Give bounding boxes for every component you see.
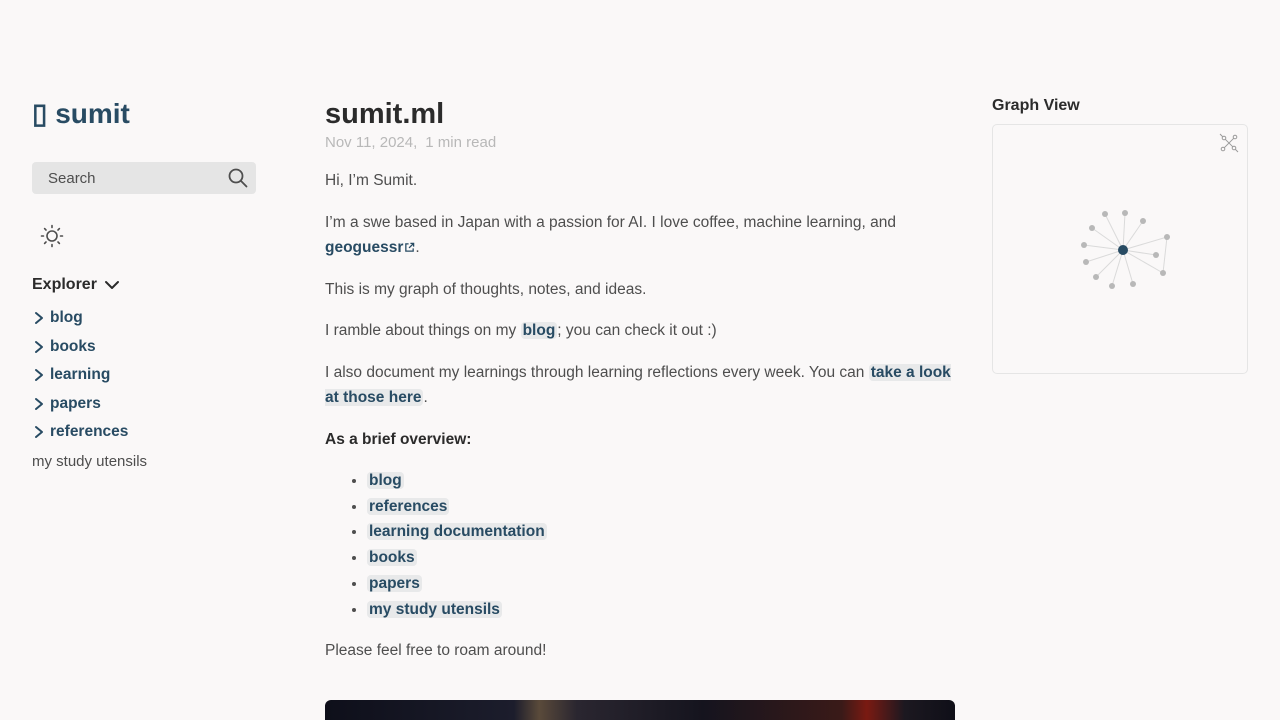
graph-link bbox=[1162, 236, 1168, 274]
folder-label: books bbox=[50, 337, 96, 355]
paragraph-intro: I’m a swe based in Japan with a passion … bbox=[325, 210, 955, 261]
graph-expand-icon[interactable] bbox=[1219, 133, 1239, 153]
paragraph-learnings: I also document my learnings through lea… bbox=[325, 360, 955, 411]
chevron-down-icon bbox=[104, 281, 119, 289]
chevron-right-icon bbox=[35, 312, 43, 325]
article-meta: Nov 11, 2024, 1 min read bbox=[325, 134, 955, 151]
link-papers[interactable]: papers bbox=[367, 574, 422, 592]
graph-node[interactable] bbox=[1083, 259, 1089, 265]
paragraph-blog: I ramble about things on my blog; you ca… bbox=[325, 318, 955, 344]
graph-node[interactable] bbox=[1164, 234, 1170, 240]
explorer-folder-references[interactable]: references bbox=[32, 418, 256, 447]
explorer-tree: blog books learning papers references bbox=[32, 304, 256, 447]
graph-node[interactable] bbox=[1089, 225, 1095, 231]
left-sidebar: ▯ sumit Search Explorer blog books learn… bbox=[32, 96, 256, 470]
article-body: Hi, I’m Sumit. I’m a swe based in Japan … bbox=[325, 168, 955, 664]
explorer-folder-learning[interactable]: learning bbox=[32, 361, 256, 390]
link-blog[interactable]: blog bbox=[367, 472, 404, 489]
folder-label: learning bbox=[50, 366, 111, 384]
folder-label: blog bbox=[50, 309, 83, 327]
search-button[interactable]: Search bbox=[32, 162, 256, 194]
article-read-time: 1 min read bbox=[425, 134, 497, 151]
graph-node[interactable] bbox=[1122, 210, 1128, 216]
paragraph-text: . bbox=[423, 389, 428, 406]
chevron-right-icon bbox=[35, 397, 43, 410]
graph-link bbox=[1104, 213, 1124, 251]
chevron-right-icon bbox=[35, 369, 43, 382]
graph-link bbox=[1122, 236, 1168, 251]
link-blog[interactable]: blog bbox=[520, 322, 558, 339]
link-my-study-utensils[interactable]: my study utensils bbox=[367, 600, 502, 618]
external-link-icon bbox=[405, 243, 415, 253]
chevron-right-icon bbox=[35, 426, 43, 439]
article-image bbox=[325, 700, 955, 720]
explorer-folder-blog[interactable]: blog bbox=[32, 304, 256, 333]
darkmode-toggle[interactable] bbox=[40, 224, 64, 248]
graph-view-title: Graph View bbox=[992, 97, 1080, 114]
overview-list: blog references learning documentation b… bbox=[325, 468, 955, 622]
graph-node[interactable] bbox=[1153, 252, 1159, 258]
paragraph-text: . bbox=[415, 239, 420, 256]
link-books[interactable]: books bbox=[367, 549, 417, 567]
explorer-toggle[interactable]: Explorer bbox=[32, 276, 256, 294]
article: sumit.ml Nov 11, 2024, 1 min read Hi, I’… bbox=[325, 96, 955, 720]
sun-icon bbox=[40, 224, 64, 248]
list-item: blog bbox=[367, 468, 955, 494]
list-item: learning documentation bbox=[367, 519, 955, 545]
link-text: geoguessr bbox=[325, 239, 404, 256]
list-item: references bbox=[367, 494, 955, 520]
explorer-file-study-utensils[interactable]: my study utensils bbox=[32, 453, 256, 470]
paragraph-graph: This is my graph of thoughts, notes, and… bbox=[325, 280, 647, 298]
graph-link bbox=[1122, 220, 1144, 251]
right-sidebar: Graph View bbox=[992, 96, 1248, 374]
explorer-folder-books[interactable]: books bbox=[32, 333, 256, 362]
page: ▯ sumit Search Explorer blog books learn… bbox=[0, 0, 1280, 720]
overview-heading: As a brief overview: bbox=[325, 430, 472, 448]
paragraph-text: I’m a swe based in Japan with a passion … bbox=[325, 213, 896, 231]
graph-node[interactable] bbox=[1102, 211, 1108, 217]
link-geoguessr[interactable]: geoguessr bbox=[325, 239, 415, 256]
chevron-right-icon bbox=[35, 340, 43, 353]
graph-node[interactable] bbox=[1130, 281, 1136, 287]
graph-node[interactable] bbox=[1160, 270, 1166, 276]
graph-node-current[interactable] bbox=[1118, 245, 1128, 255]
graph-view[interactable] bbox=[992, 124, 1248, 374]
graph-link bbox=[1122, 212, 1126, 251]
paragraph-text: I ramble about things on my bbox=[325, 322, 521, 339]
site-logo-icon: ▯ bbox=[32, 98, 48, 129]
paragraph-greeting: Hi, I’m Sumit. bbox=[325, 172, 418, 189]
graph-canvas[interactable] bbox=[993, 125, 1247, 373]
paragraph-closing: Please feel free to roam around! bbox=[325, 642, 547, 660]
site-title-text: sumit bbox=[55, 98, 130, 129]
folder-label: papers bbox=[50, 394, 101, 412]
graph-node[interactable] bbox=[1093, 274, 1099, 280]
list-item: my study utensils bbox=[367, 597, 955, 623]
search-icon bbox=[228, 168, 248, 188]
explorer-folder-papers[interactable]: papers bbox=[32, 390, 256, 419]
paragraph-text: ; you can check it out :) bbox=[557, 322, 717, 339]
graph-node[interactable] bbox=[1109, 283, 1115, 289]
graph-node[interactable] bbox=[1081, 242, 1087, 248]
link-references[interactable]: references bbox=[367, 497, 450, 515]
article-date: Nov 11, 2024, bbox=[325, 134, 418, 151]
list-item: books bbox=[367, 545, 955, 571]
link-learning-documentation[interactable]: learning documentation bbox=[367, 523, 547, 541]
search-placeholder: Search bbox=[48, 169, 96, 187]
list-item: papers bbox=[367, 571, 955, 597]
paragraph-text: I also document my learnings through lea… bbox=[325, 363, 869, 381]
site-title[interactable]: ▯ sumit bbox=[32, 96, 256, 132]
explorer-label: Explorer bbox=[32, 276, 97, 293]
graph-node[interactable] bbox=[1140, 218, 1146, 224]
folder-label: references bbox=[50, 423, 129, 441]
article-title: sumit.ml bbox=[325, 98, 445, 130]
